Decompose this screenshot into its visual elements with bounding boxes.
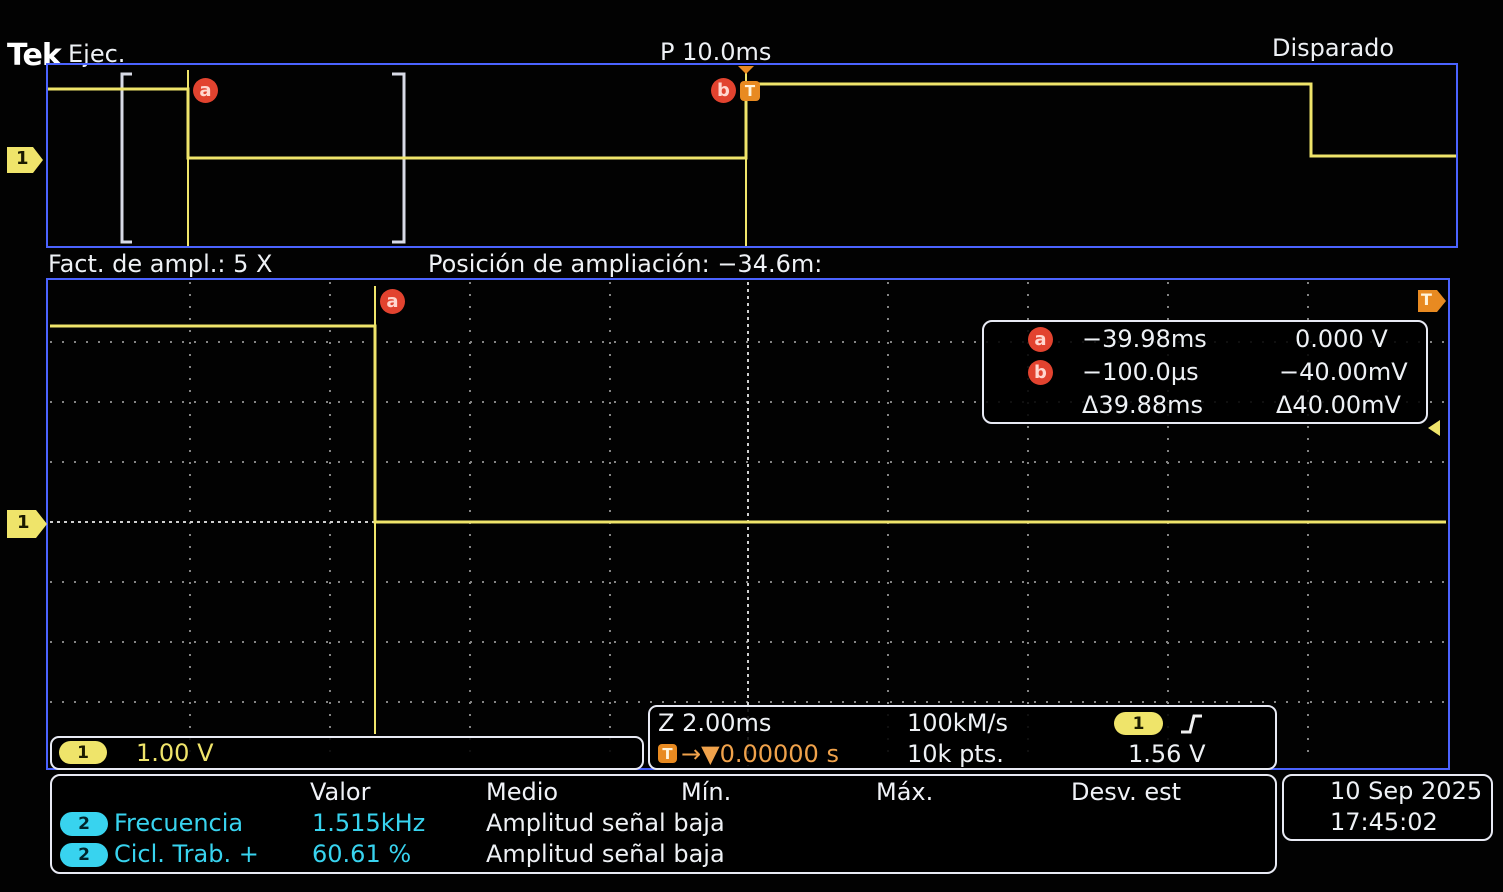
- measurement-row2-value: 60.61 %: [312, 840, 412, 868]
- measurement-header-min: Mín.: [681, 778, 732, 806]
- readout-cursor-a-badge: a: [1028, 327, 1053, 352]
- measurement-row1-value: 1.515kHz: [312, 809, 426, 837]
- measurement-row1-mean: Amplitud señal baja: [486, 809, 725, 837]
- cursor-delta-time: Δ39.88ms: [1082, 391, 1204, 419]
- delay-trigger-badge: T: [658, 744, 677, 763]
- trigger-level: 1.56 V: [1128, 740, 1206, 768]
- offscreen-cursor-indicator: [1428, 420, 1440, 436]
- record-length: 10k pts.: [907, 740, 1004, 768]
- sample-rate: 100kM/s: [907, 709, 1009, 737]
- trigger-position-marker[interactable]: T: [1418, 290, 1446, 312]
- trigger-delay: →▼0.00000 s: [681, 740, 839, 768]
- measurement-header-stddev: Desv. est: [1071, 778, 1182, 806]
- channel1-scale: 1.00 V: [136, 739, 214, 767]
- cursor-a-time: −39.98ms: [1082, 325, 1207, 353]
- trigger-source-badge: 1: [1114, 712, 1163, 735]
- measurement-header-mean: Medio: [486, 778, 559, 806]
- channel1-badge[interactable]: 1: [59, 741, 107, 764]
- cursor-b-time: −100.0µs: [1082, 358, 1199, 386]
- current-time: 17:45:02: [1330, 808, 1438, 836]
- cursor-a-value: 0.000 V: [1295, 325, 1388, 353]
- measurement-row2-channel-badge: 2: [60, 843, 108, 867]
- cursor-b-value: −40.00mV: [1279, 358, 1408, 386]
- measurement-row1-channel-badge: 2: [60, 812, 108, 836]
- main-cursor-a-badge[interactable]: a: [380, 289, 405, 314]
- measurement-row2-mean: Amplitud señal baja: [486, 840, 725, 868]
- readout-cursor-b-badge: b: [1028, 360, 1053, 385]
- current-date: 10 Sep 2025: [1330, 777, 1483, 805]
- cursor-delta-value: Δ40.00mV: [1276, 391, 1401, 419]
- measurement-row1-name: Frecuencia: [114, 809, 244, 837]
- measurement-row2-name: Cicl. Trab. +: [114, 840, 259, 868]
- main-channel-marker[interactable]: 1: [7, 510, 47, 538]
- zoom-timebase: Z 2.00ms: [658, 709, 772, 737]
- measurement-header-value: Valor: [310, 778, 371, 806]
- measurement-header-max: Máx.: [876, 778, 934, 806]
- rising-edge-icon: [1178, 712, 1204, 740]
